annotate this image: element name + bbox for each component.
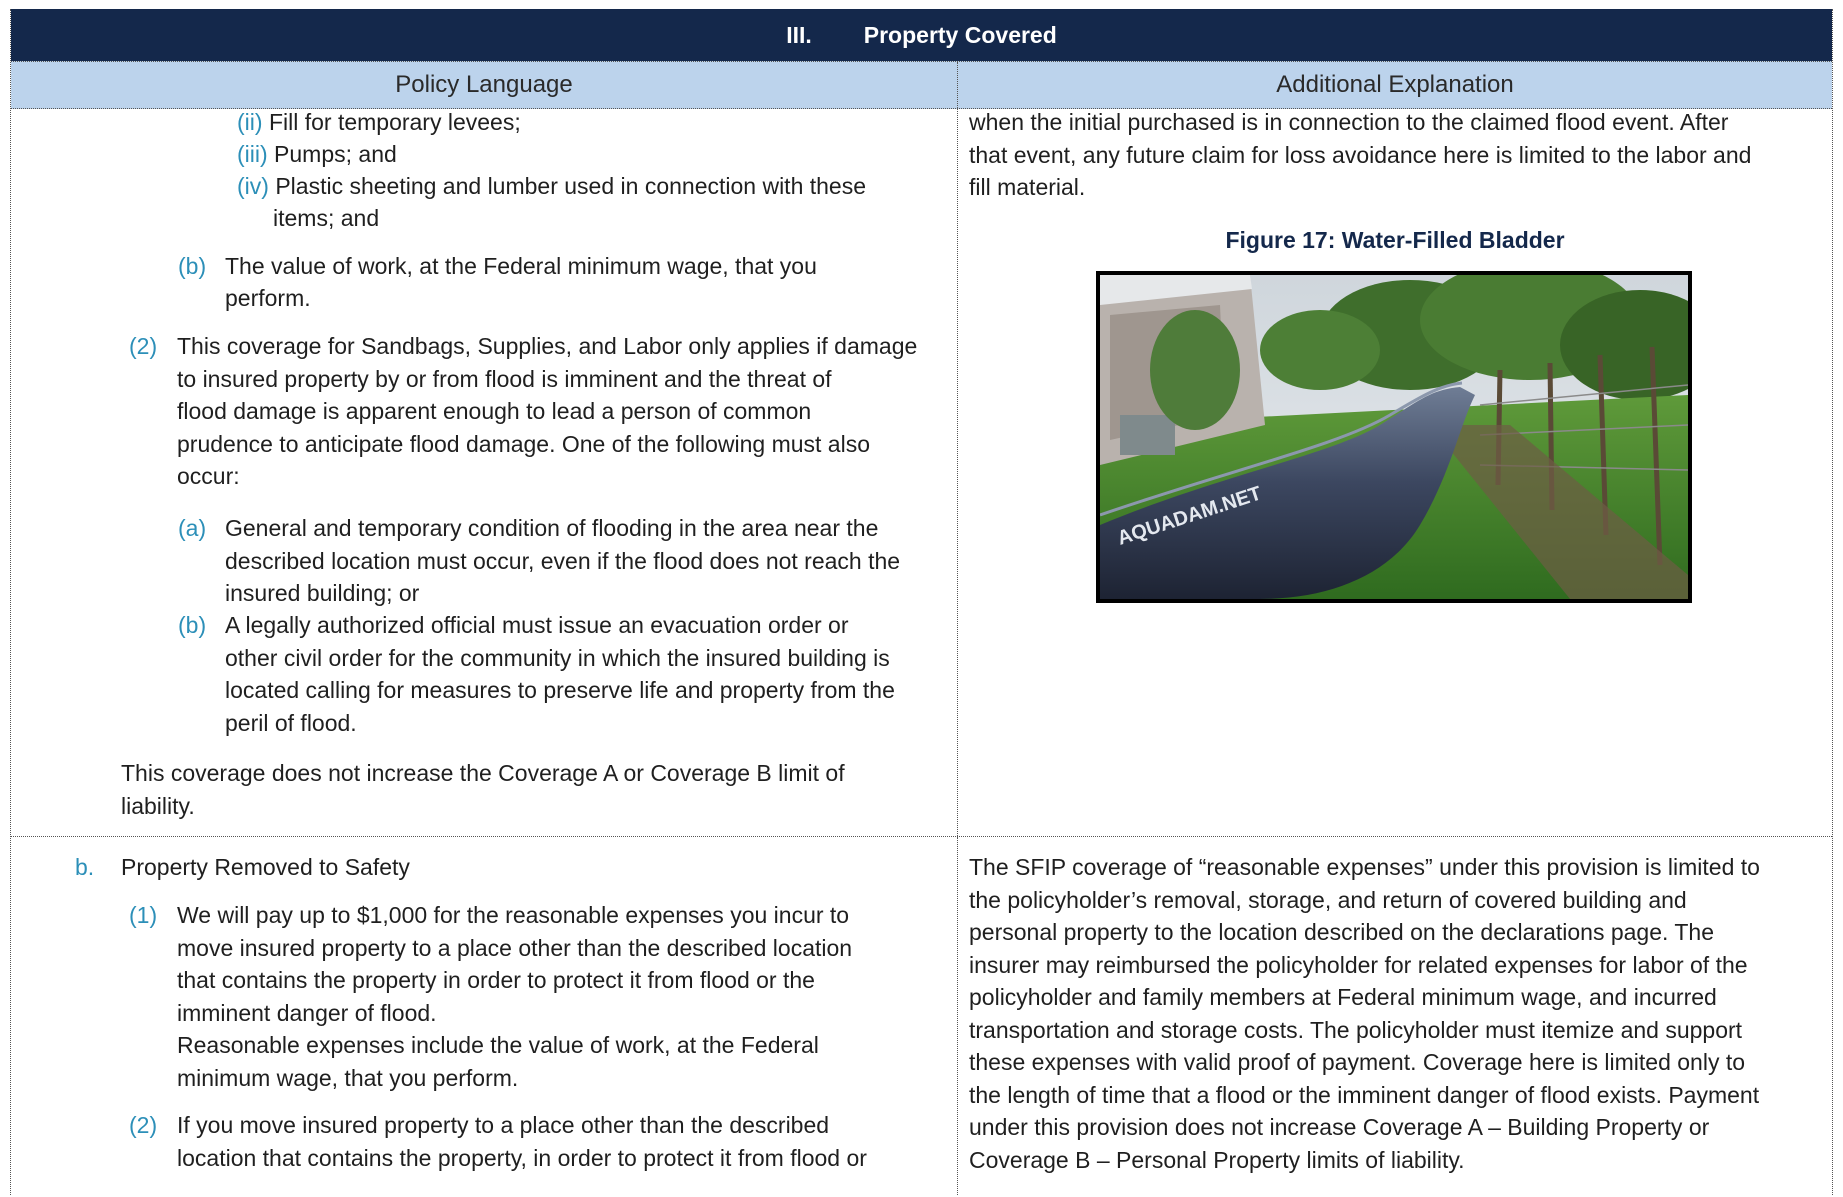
text-line: the length of time that a flood or the i… bbox=[969, 1081, 1760, 1108]
list-item-b: (b) bbox=[178, 250, 206, 283]
text-line: personal property to the location descri… bbox=[969, 919, 1715, 945]
text-line: insurer may reimbursed the policyholder … bbox=[969, 951, 1748, 978]
text-line: imminent danger of flood. bbox=[177, 999, 437, 1026]
paragraph-b: A legally authorized official must issue… bbox=[225, 609, 955, 739]
policy-language-cell: (ii) Fill for temporary levees; (iii) Pu… bbox=[11, 109, 958, 836]
figure-caption: Figure 17: Water-Filled Bladder bbox=[1225, 227, 1565, 253]
text-line: General and temporary condition of flood… bbox=[225, 515, 879, 541]
text-line: move insured property to a place other t… bbox=[177, 934, 853, 961]
text-line: these expenses with valid proof of payme… bbox=[969, 1049, 1746, 1075]
text-line: Reasonable expenses include the value of… bbox=[177, 1032, 819, 1058]
column-header-policy-language: Policy Language bbox=[11, 62, 958, 108]
item-text: Pumps; and bbox=[274, 141, 397, 167]
text-line: policyholder and family members at Feder… bbox=[969, 984, 1717, 1010]
text-line: location that contains the property, in … bbox=[177, 1144, 867, 1171]
item-label: (iv) bbox=[237, 173, 269, 199]
paragraph-2: If you move insured property to a place … bbox=[177, 1109, 957, 1174]
text-line: flood damage is apparent enough to lead … bbox=[177, 398, 812, 424]
text-line: the policyholder’s removal, storage, and… bbox=[969, 886, 1687, 913]
text-line: A legally authorized official must issue… bbox=[225, 612, 849, 638]
paragraph-a: General and temporary condition of flood… bbox=[225, 512, 955, 610]
text-line: This coverage does not increase the Cove… bbox=[121, 760, 845, 786]
section-title: Property Covered bbox=[863, 21, 1057, 48]
text-line: minimum wage, that you perform. bbox=[177, 1064, 519, 1091]
text-line: This coverage for Sandbags, Supplies, an… bbox=[177, 333, 918, 359]
table-row-property-removed: b. Property Removed to Safety (1) We wil… bbox=[11, 837, 1832, 1195]
text-line: under this provision does not increase C… bbox=[969, 1114, 1710, 1140]
list-item-ii: (ii) Fill for temporary levees; bbox=[237, 106, 521, 139]
item-heading: Property Removed to Safety bbox=[121, 854, 410, 880]
text-line: The SFIP coverage of “reasonable expense… bbox=[969, 854, 1760, 880]
text-line: described location must occur, even if t… bbox=[225, 547, 901, 574]
reasonable-expenses-paragraph: Reasonable expenses include the value of… bbox=[177, 1029, 957, 1094]
paragraph-1: We will pay up to $1,000 for the reasona… bbox=[177, 899, 957, 1029]
item-label-b: (b) bbox=[178, 612, 207, 638]
text-line: fill material. bbox=[969, 174, 1086, 200]
text-line: insured building; or bbox=[225, 580, 420, 606]
explanation-paragraph: when the initial purchased is in connect… bbox=[969, 106, 1829, 204]
water-filled-bladder-photo: AQUADAM.NET bbox=[1096, 271, 1692, 603]
text-line: occur: bbox=[177, 463, 240, 489]
text-line: liability. bbox=[121, 792, 195, 819]
column-header-additional-explanation: Additional Explanation bbox=[1276, 71, 1514, 98]
item-label-2: (2) bbox=[129, 333, 158, 359]
item-label-a: (a) bbox=[178, 515, 207, 541]
column-header-row: Policy Language Additional Explanation bbox=[11, 61, 1832, 109]
additional-explanation-cell: The SFIP coverage of “reasonable expense… bbox=[958, 837, 1832, 1195]
text-line: that contains the property in order to p… bbox=[177, 967, 815, 993]
text-line: We will pay up to $1,000 for the reasona… bbox=[177, 902, 850, 928]
section-title-bar: III. Property Covered bbox=[11, 9, 1832, 61]
text-line: If you move insured property to a place … bbox=[177, 1112, 830, 1138]
text-line: Coverage B – Personal Property limits of… bbox=[969, 1146, 1465, 1173]
item-label-2: (2) bbox=[129, 1112, 158, 1138]
text-line: peril of flood. bbox=[225, 709, 357, 736]
explanation-paragraph: The SFIP coverage of “reasonable expense… bbox=[969, 851, 1834, 1176]
policy-language-cell: b. Property Removed to Safety (1) We wil… bbox=[11, 837, 958, 1195]
paragraph-2: This coverage for Sandbags, Supplies, an… bbox=[177, 330, 957, 493]
item-text-continued: perform. bbox=[225, 285, 311, 311]
list-item-iv: (iv) Plastic sheeting and lumber used in… bbox=[237, 170, 866, 203]
text-line: transportation and storage costs. The po… bbox=[969, 1016, 1743, 1043]
item-label-b: b. bbox=[75, 854, 95, 880]
list-item-iv-continued: items; and bbox=[273, 205, 380, 231]
closing-paragraph: This coverage does not increase the Cove… bbox=[121, 757, 951, 822]
text-line: to insured property by or from flood is … bbox=[177, 365, 832, 392]
text-line: other civil order for the community in w… bbox=[225, 644, 890, 671]
section-number: III. bbox=[786, 21, 812, 48]
item-text: Plastic sheeting and lumber used in conn… bbox=[275, 173, 867, 199]
item-label: (ii) bbox=[237, 109, 263, 135]
item-label: (b) bbox=[178, 253, 207, 279]
text-line: when the initial purchased is in connect… bbox=[969, 109, 1729, 135]
item-label-1: (1) bbox=[129, 902, 158, 928]
text-line: located calling for measures to preserve… bbox=[225, 677, 895, 703]
item-text: Fill for temporary levees; bbox=[268, 109, 521, 135]
item-text: The value of work, at the Federal minimu… bbox=[225, 253, 817, 279]
policy-table: III. Property Covered Policy Language Ad… bbox=[10, 9, 1833, 1195]
table-row-sandbags: (ii) Fill for temporary levees; (iii) Pu… bbox=[11, 109, 1832, 837]
additional-explanation-cell: when the initial purchased is in connect… bbox=[958, 109, 1832, 836]
text-line: that event, any future claim for loss av… bbox=[969, 141, 1752, 168]
text-line: prudence to anticipate flood damage. One… bbox=[177, 430, 870, 457]
list-item-iii: (iii) Pumps; and bbox=[237, 138, 397, 171]
item-label: (iii) bbox=[237, 141, 268, 167]
